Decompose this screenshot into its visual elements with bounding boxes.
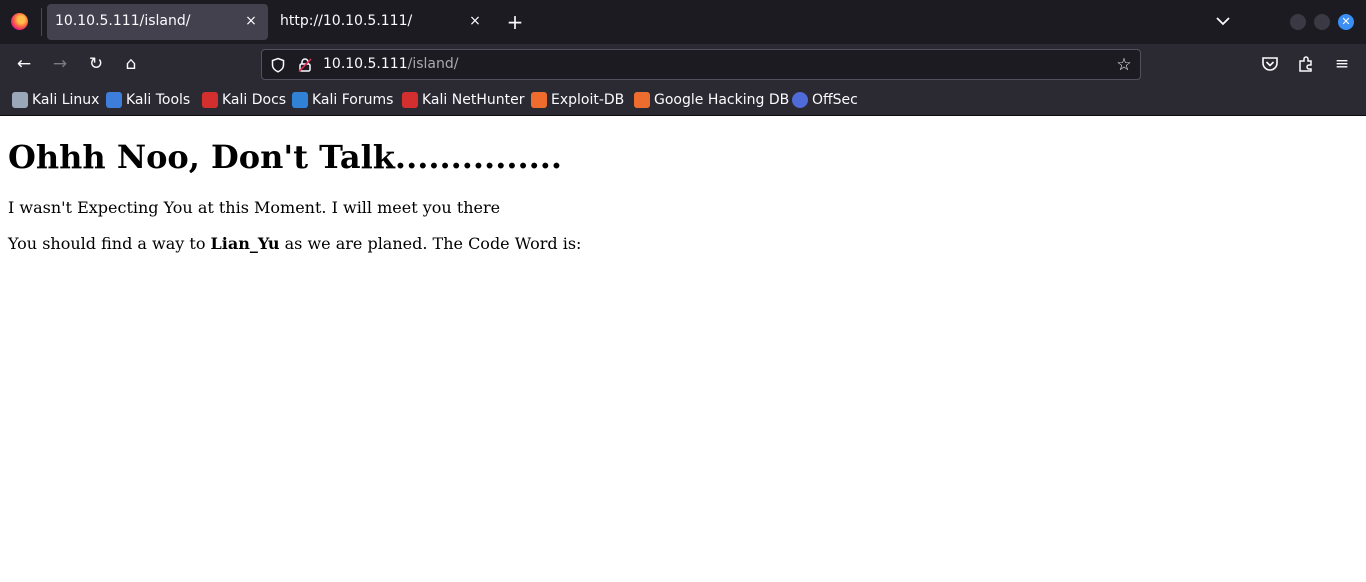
url-text[interactable]: 10.10.5.111/island/ (323, 56, 458, 72)
google-hacking-db-icon (634, 92, 650, 108)
bookmark-kali-tools[interactable]: Kali Tools (106, 91, 190, 109)
url-bar[interactable]: 10.10.5.111/island/ ☆ (261, 49, 1141, 80)
message-text: as we are planed. The Code Word is: (279, 234, 582, 253)
page-content: Ohhh Noo, Don't Talk............... I wa… (0, 116, 1366, 582)
message-line-1: I wasn't Expecting You at this Moment. I… (8, 198, 501, 217)
bookmark-label: Exploit-DB (551, 92, 625, 108)
kali-dragon-icon (12, 92, 28, 108)
bookmark-kali-docs[interactable]: Kali Docs (202, 91, 286, 109)
bookmark-label: Kali Docs (222, 92, 287, 108)
bookmark-label: OffSec (812, 92, 858, 108)
window-maximize-button[interactable] (1314, 14, 1330, 30)
bookmark-label: Kali Tools (126, 92, 191, 108)
bookmark-label: Google Hacking DB (654, 92, 790, 108)
new-tab-plus-icon[interactable]: + (505, 12, 525, 32)
page-heading: Ohhh Noo, Don't Talk............... (8, 138, 563, 176)
kali-forums-icon (292, 92, 308, 108)
tab-root[interactable]: http://10.10.5.111/ × (270, 4, 492, 40)
bookmark-kali-linux[interactable]: Kali Linux (12, 91, 99, 109)
bookmark-label: Kali Forums (312, 92, 394, 108)
message-text: You should find a way to (8, 234, 211, 253)
bookmark-exploit-db[interactable]: Exploit-DB (531, 91, 624, 109)
bookmark-google-hacking-db[interactable]: Google Hacking DB (634, 91, 789, 109)
exploit-db-icon (531, 92, 547, 108)
firefox-logo-icon[interactable] (11, 13, 28, 30)
tab-title: http://10.10.5.111/ (280, 13, 413, 29)
kali-docs-icon (202, 92, 218, 108)
url-path: /island/ (407, 56, 459, 72)
reload-icon[interactable]: ↻ (86, 54, 106, 74)
tab-title: 10.10.5.111/island/ (55, 13, 191, 29)
list-all-tabs-chevron-down-icon[interactable] (1214, 14, 1232, 28)
tracking-protection-shield-icon[interactable] (270, 57, 286, 73)
back-arrow-icon[interactable]: ← (14, 54, 34, 74)
navigation-toolbar: ← → ↻ ⌂ 10.10.5.111/island/ ☆ ≡ (0, 44, 1366, 84)
kali-tools-icon (106, 92, 122, 108)
tab-close-icon[interactable]: × (243, 13, 259, 29)
offsec-icon (792, 92, 808, 108)
tab-separator (41, 8, 42, 36)
bookmark-kali-nethunter[interactable]: Kali NetHunter (402, 91, 524, 109)
home-icon[interactable]: ⌂ (121, 54, 141, 74)
pocket-icon[interactable] (1261, 56, 1279, 72)
url-host: 10.10.5.111 (323, 56, 408, 72)
kali-nethunter-icon (402, 92, 418, 108)
window-close-button[interactable]: ✕ (1338, 14, 1354, 30)
bookmark-kali-forums[interactable]: Kali Forums (292, 91, 393, 109)
window-minimize-button[interactable] (1290, 14, 1306, 30)
bookmark-label: Kali Linux (32, 92, 100, 108)
message-line-2: You should find a way to Lian_Yu as we a… (8, 234, 581, 253)
bookmark-star-icon[interactable]: ☆ (1114, 55, 1134, 75)
tab-strip: 10.10.5.111/island/ × http://10.10.5.111… (0, 0, 1366, 44)
app-menu-hamburger-icon[interactable]: ≡ (1332, 54, 1352, 74)
extensions-puzzle-icon[interactable] (1297, 55, 1315, 73)
bookmark-label: Kali NetHunter (422, 92, 525, 108)
bookmarks-toolbar: Kali Linux Kali Tools Kali Docs Kali For… (0, 84, 1366, 116)
insecure-lock-icon[interactable] (297, 57, 313, 73)
code-name-bold: Lian_Yu (210, 234, 280, 253)
tab-island[interactable]: 10.10.5.111/island/ × (47, 4, 268, 40)
tab-close-icon[interactable]: × (467, 13, 483, 29)
forward-arrow-icon[interactable]: → (50, 54, 70, 74)
bookmark-offsec[interactable]: OffSec (792, 91, 858, 109)
